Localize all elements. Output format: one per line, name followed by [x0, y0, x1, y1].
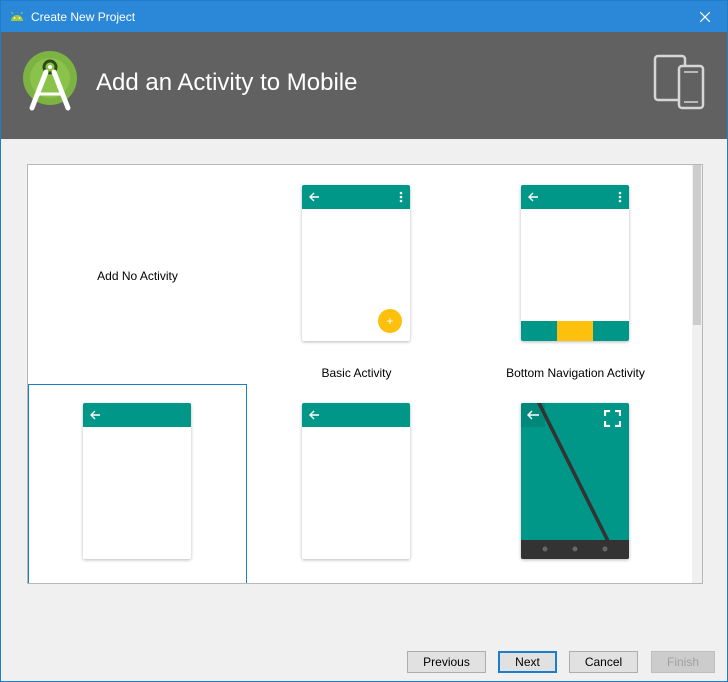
- bottom-navigation-active-item: [557, 321, 593, 341]
- activity-tile-no-activity[interactable]: Add No Activity: [28, 165, 247, 383]
- previous-button[interactable]: Previous: [407, 651, 486, 673]
- overflow-menu-icon: [399, 191, 403, 203]
- android-studio-icon: [11, 11, 23, 21]
- close-icon: [700, 11, 710, 22]
- page-title: Add an Activity to Mobile: [96, 69, 358, 96]
- title-bar: Create New Project: [1, 1, 727, 32]
- tile-label: Add No Activity: [97, 269, 178, 283]
- bottom-navigation-preview: [521, 321, 629, 341]
- overflow-menu-icon: [618, 191, 622, 203]
- back-arrow-icon: [309, 192, 319, 202]
- activity-tile-fragment[interactable]: [247, 384, 466, 583]
- app-bar: [83, 403, 191, 427]
- scrollbar-thumb[interactable]: [693, 165, 701, 325]
- gallery-scrollbar[interactable]: [692, 165, 702, 583]
- devices-icon: [653, 54, 705, 110]
- back-arrow-icon: [90, 410, 100, 420]
- tile-label: Bottom Navigation Activity: [506, 366, 645, 380]
- phone-preview: [83, 403, 191, 559]
- cancel-button[interactable]: Cancel: [569, 651, 638, 673]
- activity-tile-basic[interactable]: + Basic Activity: [247, 165, 466, 383]
- activity-gallery: Add No Activity + Basic Activity Bottom …: [27, 164, 703, 584]
- app-bar: [521, 185, 629, 209]
- app-bar: [302, 185, 410, 209]
- floating-action-button-preview: +: [378, 309, 402, 333]
- create-project-window: Create New Project Add an Activity to Mo…: [0, 0, 728, 682]
- app-bar: [302, 403, 410, 427]
- activity-tile-empty[interactable]: [28, 384, 247, 583]
- android-studio-logo: [23, 51, 77, 111]
- close-button[interactable]: [683, 1, 727, 32]
- phone-preview: [521, 403, 629, 559]
- phone-preview: +: [302, 185, 410, 341]
- window-title: Create New Project: [31, 10, 136, 24]
- activity-tile-bottom-navigation[interactable]: Bottom Navigation Activity: [466, 165, 685, 383]
- next-button[interactable]: Next: [498, 651, 557, 673]
- phone-preview: [302, 403, 410, 559]
- tile-label: Basic Activity: [321, 366, 392, 380]
- finish-button[interactable]: Finish: [651, 651, 715, 673]
- back-arrow-icon: [528, 192, 538, 202]
- fullscreen-icon: [604, 410, 621, 427]
- activity-tile-fullscreen[interactable]: [466, 384, 685, 583]
- back-arrow-icon: [309, 410, 319, 420]
- phone-preview: [521, 185, 629, 341]
- wizard-header: Add an Activity to Mobile: [1, 32, 727, 139]
